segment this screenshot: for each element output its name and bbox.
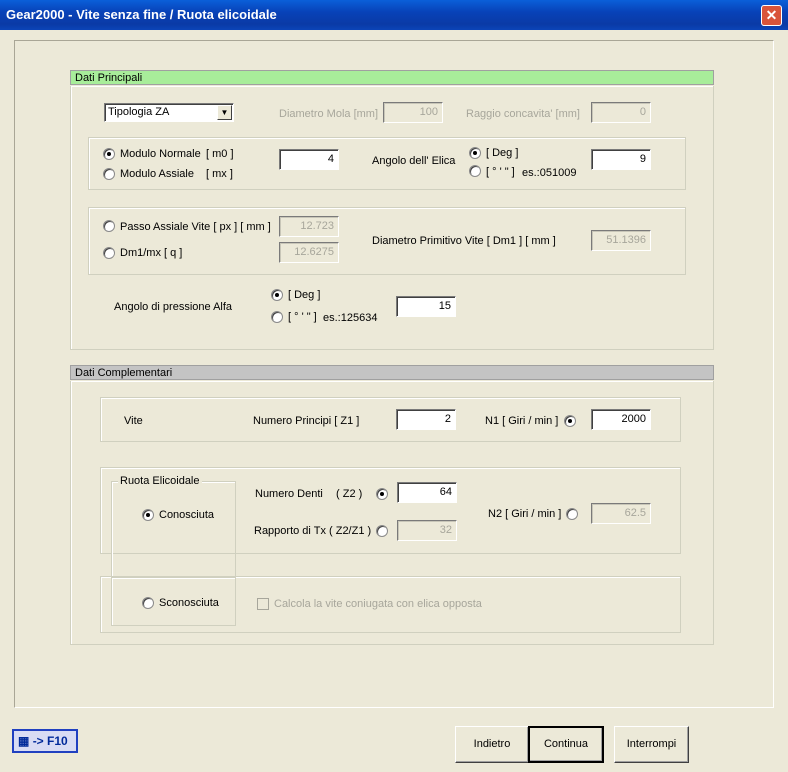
modulo-assiale-unit: [ mx ] <box>206 168 233 180</box>
n1-radio[interactable] <box>564 415 576 427</box>
elica-dms-label: [ ° ' " ] <box>486 166 515 178</box>
conosciuta-radio[interactable] <box>142 509 154 521</box>
n1-input[interactable]: 2000 <box>591 409 651 430</box>
calcola-checkbox[interactable] <box>257 598 269 610</box>
tipologia-select[interactable]: Tipologia ZA ▼ <box>104 103 234 122</box>
dm1-radio[interactable] <box>103 247 115 259</box>
numero-denti-label: Numero Denti <box>255 488 323 500</box>
pressione-example: es.:125634 <box>323 312 378 324</box>
pressione-dms-label: [ ° ' " ] <box>288 311 317 323</box>
n2-radio[interactable] <box>566 508 578 520</box>
diametro-primitivo-label: Diametro Primitivo Vite [ Dm1 ] [ mm ] <box>372 235 556 247</box>
raggio-concavita-input[interactable]: 0 <box>591 102 651 123</box>
ruota-elicoidale-groupbox <box>111 481 236 577</box>
elica-dms-radio[interactable] <box>469 165 481 177</box>
close-icon[interactable]: ✕ <box>761 5 782 26</box>
n2-label: N2 [ Giri / min ] <box>488 508 562 520</box>
elica-deg-label: [ Deg ] <box>486 147 519 159</box>
pressione-deg-label: [ Deg ] <box>288 289 321 301</box>
calculator-shortcut-label: -> F10 <box>32 734 68 748</box>
numero-principi-input[interactable]: 2 <box>396 409 456 430</box>
modulo-assiale-radio[interactable] <box>103 168 115 180</box>
numero-denti-radio[interactable] <box>376 488 388 500</box>
dm1-label: Dm1/mx [ q ] <box>120 247 183 259</box>
continua-button[interactable]: Continua <box>528 726 604 763</box>
raggio-concavita-label: Raggio concavita' [mm] <box>466 108 580 120</box>
window-title: Gear2000 - Vite senza fine / Ruota elico… <box>6 7 277 22</box>
n2-input[interactable]: 62.5 <box>591 503 651 524</box>
calcola-label: Calcola la vite coniugata con elica oppo… <box>274 598 482 610</box>
sconosciuta-radio[interactable] <box>142 597 154 609</box>
rapporto-input[interactable]: 32 <box>397 520 457 541</box>
section-dati-principali: Dati Principali <box>70 70 714 85</box>
modulo-normale-label: Modulo Normale <box>120 148 201 160</box>
conosciuta-label: Conosciuta <box>159 509 215 521</box>
passo-assiale-label: Passo Assiale Vite [ px ] [ mm ] <box>120 221 271 233</box>
rapporto-label: Rapporto di Tx ( Z2/Z1 ) <box>254 525 372 537</box>
numero-denti-input[interactable]: 64 <box>397 482 457 503</box>
elica-example: es.:051009 <box>522 167 577 179</box>
modulo-normale-radio[interactable] <box>103 148 115 160</box>
numero-principi-label: Numero Principi [ Z1 ] <box>253 415 360 427</box>
diametro-mola-input[interactable]: 100 <box>383 102 443 123</box>
modulo-normale-unit: [ m0 ] <box>206 148 234 160</box>
elica-deg-radio[interactable] <box>469 147 481 159</box>
angolo-elica-label: Angolo dell' Elica <box>372 155 456 167</box>
title-bar: Gear2000 - Vite senza fine / Ruota elico… <box>0 0 788 30</box>
pressione-input[interactable]: 15 <box>396 296 456 317</box>
vite-label: Vite <box>124 415 143 427</box>
diametro-mola-label: Diametro Mola [mm] <box>279 108 379 120</box>
diametro-primitivo-input[interactable]: 51.1396 <box>591 230 651 251</box>
calculator-button[interactable]: ▦ -> F10 <box>12 729 78 753</box>
passo-assiale-input[interactable]: 12.723 <box>279 216 339 237</box>
dropdown-arrow-icon[interactable]: ▼ <box>217 105 232 120</box>
rapporto-radio[interactable] <box>376 525 388 537</box>
calculator-icon: ▦ <box>18 734 30 748</box>
pressione-dms-radio[interactable] <box>271 311 283 323</box>
angolo-elica-input[interactable]: 9 <box>591 149 651 170</box>
interrompi-button[interactable]: Interrompi <box>614 726 689 763</box>
n1-label: N1 [ Giri / min ] <box>485 415 559 427</box>
numero-denti-unit: ( Z2 ) <box>336 488 363 500</box>
modulo-assiale-label: Modulo Assiale <box>120 168 194 180</box>
sconosciuta-label: Sconosciuta <box>159 597 219 609</box>
section-dati-complementari: Dati Complementari <box>70 365 714 380</box>
modulo-input[interactable]: 4 <box>279 149 339 170</box>
passo-assiale-radio[interactable] <box>103 220 115 232</box>
ruota-elicoidale-label: Ruota Elicoidale <box>118 474 202 488</box>
pressione-deg-radio[interactable] <box>271 289 283 301</box>
pressione-label: Angolo di pressione Alfa <box>114 301 233 313</box>
dm1-input[interactable]: 12.6275 <box>279 242 339 263</box>
indietro-button[interactable]: Indietro <box>455 726 529 763</box>
